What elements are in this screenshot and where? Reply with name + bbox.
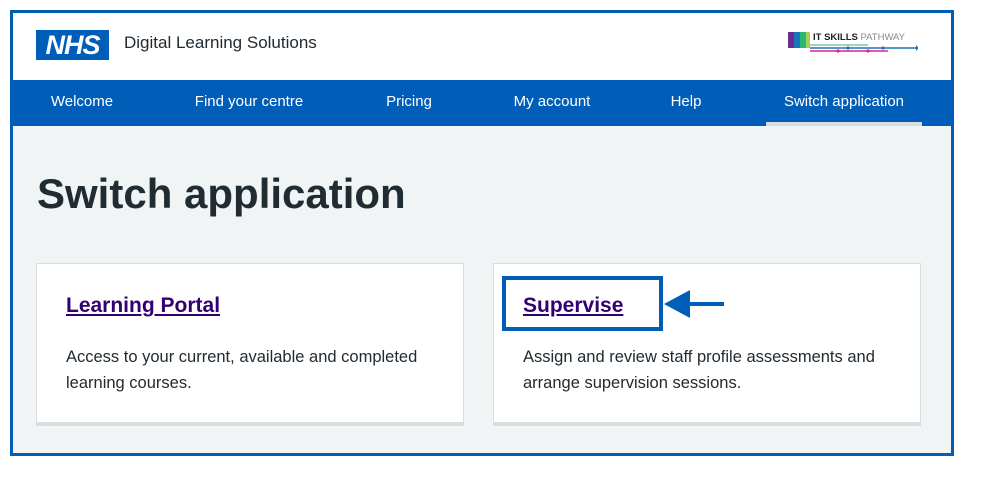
supervise-highlight-box <box>502 276 663 331</box>
page-title: Switch application <box>37 170 406 217</box>
app-window: NHS Digital Learning Solutions IT SKILLS… <box>10 10 954 456</box>
nav-switch-application[interactable]: Switch application <box>766 80 922 126</box>
nav-find-your-centre[interactable]: Find your centre <box>179 80 319 126</box>
pointer-arrow-icon <box>664 289 734 319</box>
nhs-logo[interactable]: NHS <box>36 30 109 60</box>
nav-help[interactable]: Help <box>657 80 715 126</box>
learning-portal-description: Access to your current, available and co… <box>66 348 418 392</box>
logo-text-bold: IT SKILLS <box>813 32 858 43</box>
it-skills-pathway-logo: IT SKILLS PATHWAY <box>788 31 919 57</box>
nav-welcome[interactable]: Welcome <box>33 80 131 126</box>
supervise-description: Assign and review staff profile assessme… <box>523 348 875 392</box>
nav-pricing[interactable]: Pricing <box>369 80 449 126</box>
learning-portal-link[interactable]: Learning Portal <box>66 294 220 318</box>
site-header: NHS Digital Learning Solutions IT SKILLS… <box>13 13 951 80</box>
nav-my-account[interactable]: My account <box>497 80 607 126</box>
logo-text-light: PATHWAY <box>860 32 906 43</box>
main-navigation: Welcome Find your centre Pricing My acco… <box>13 80 951 126</box>
app-title[interactable]: Digital Learning Solutions <box>124 33 317 53</box>
learning-portal-card: Learning Portal Access to your current, … <box>36 263 464 426</box>
